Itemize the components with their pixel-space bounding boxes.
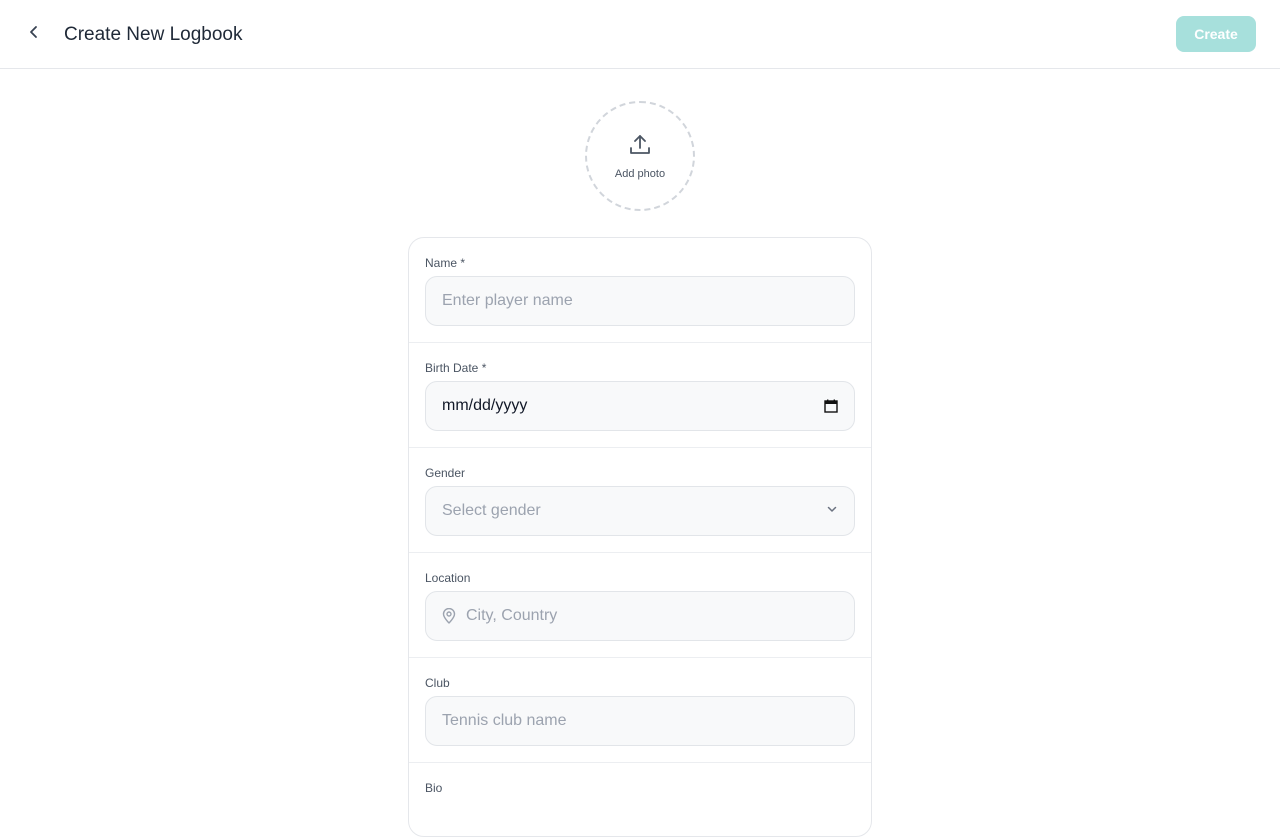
create-button[interactable]: Create bbox=[1176, 16, 1256, 52]
birth-date-input[interactable]: mm/dd/yyyy bbox=[425, 381, 855, 431]
name-label: Name * bbox=[425, 256, 466, 270]
birth-date-field-group: Birth Date * mm/dd/yyyy bbox=[409, 343, 871, 448]
map-pin-icon bbox=[442, 608, 456, 624]
location-placeholder: City, Country bbox=[466, 607, 558, 624]
add-photo-button[interactable]: Add photo bbox=[585, 101, 695, 211]
location-label: Location bbox=[425, 571, 471, 585]
calendar-icon[interactable] bbox=[824, 399, 838, 413]
upload-icon bbox=[628, 133, 652, 168]
location-field-group: Location City, Country bbox=[409, 553, 871, 658]
add-photo-label: Add photo bbox=[614, 167, 666, 180]
club-input[interactable]: Tennis club name bbox=[425, 696, 855, 746]
name-placeholder: Enter player name bbox=[442, 292, 573, 309]
gender-label: Gender bbox=[425, 466, 466, 480]
gender-field-group: Gender Select gender bbox=[409, 448, 871, 553]
app-header: Create New Logbook Create bbox=[0, 0, 1280, 69]
gender-select[interactable]: Select gender bbox=[425, 486, 855, 536]
location-input[interactable]: City, Country bbox=[425, 591, 855, 641]
chevron-down-icon bbox=[826, 502, 838, 520]
back-button[interactable] bbox=[20, 20, 48, 48]
club-label: Club bbox=[425, 676, 450, 690]
birth-date-label: Birth Date * bbox=[425, 361, 487, 375]
bio-label: Bio bbox=[425, 781, 443, 795]
name-input[interactable]: Enter player name bbox=[425, 276, 855, 326]
name-field-group: Name * Enter player name bbox=[409, 238, 871, 343]
page-title: Create New Logbook bbox=[64, 24, 243, 45]
chevron-left-icon bbox=[26, 24, 42, 45]
logbook-form: Name * Enter player name Birth Date * mm… bbox=[408, 237, 872, 837]
club-placeholder: Tennis club name bbox=[442, 712, 567, 729]
bio-field-group: Bio bbox=[409, 763, 871, 836]
club-field-group: Club Tennis club name bbox=[409, 658, 871, 763]
birth-date-value: mm/dd/yyyy bbox=[442, 397, 528, 414]
gender-placeholder: Select gender bbox=[442, 502, 541, 519]
